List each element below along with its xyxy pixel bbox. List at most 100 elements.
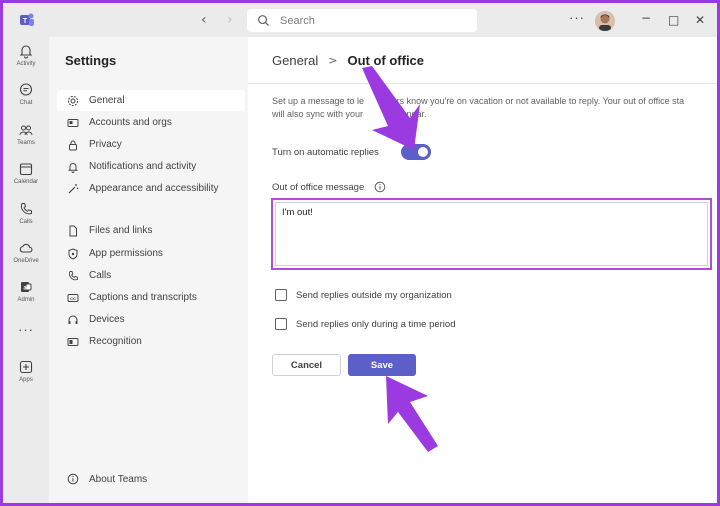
file-icon — [69, 225, 77, 236]
sidebar-item-notifications[interactable]: Notifications and activity — [57, 156, 245, 177]
accounts-icon — [67, 118, 79, 127]
rail-item-chat[interactable]: Chat — [3, 82, 49, 106]
gear-icon — [67, 95, 79, 106]
sidebar-item-general[interactable]: General — [57, 90, 245, 111]
send-outside-org-option[interactable]: Send replies outside my organization — [275, 289, 452, 301]
rail-item-admin[interactable]: a Admin — [3, 279, 49, 303]
sidebar-item-label: Privacy — [89, 139, 122, 150]
input-inner-border — [275, 202, 708, 266]
description-text: Set up a message to le others know you'r… — [272, 95, 712, 121]
description-line-2: will also sync with your k calendar. — [272, 109, 427, 119]
phone-icon — [69, 270, 78, 280]
search-bar[interactable]: Search — [247, 9, 477, 32]
headset-icon — [68, 315, 78, 324]
about-teams-link[interactable]: About Teams — [67, 473, 147, 485]
rail-item-teams[interactable]: Teams — [3, 122, 49, 146]
send-outside-org-label: Send replies outside my organization — [296, 289, 452, 301]
automatic-replies-toggle[interactable] — [401, 144, 431, 160]
send-time-period-label: Send replies only during a time period — [296, 318, 456, 330]
automatic-replies-label: Turn on automatic replies — [272, 147, 379, 158]
sidebar-item-calls[interactable]: Calls — [57, 265, 245, 286]
close-button[interactable]: ✕ — [695, 13, 705, 27]
search-placeholder: Search — [280, 14, 315, 27]
main-panel: General > Out of office Set up a message… — [248, 37, 717, 503]
rail-label: Chat — [19, 100, 33, 106]
send-time-period-checkbox[interactable] — [275, 318, 287, 330]
teams-logo-icon: T — [20, 13, 34, 26]
back-arrow-icon[interactable]: ‹ — [201, 12, 207, 28]
more-options-button[interactable]: ··· — [569, 10, 585, 25]
sidebar-item-label: Calls — [89, 270, 112, 281]
settings-sidebar: Settings General Accounts and orgs Priva… — [49, 37, 248, 503]
sidebar-item-label: General — [89, 95, 125, 106]
sidebar-item-label: Accounts and orgs — [89, 117, 172, 128]
sidebar-item-label: Recognition — [89, 336, 142, 347]
rail-item-calls[interactable]: Calls — [3, 201, 49, 225]
page-title: Out of office — [347, 53, 425, 68]
save-button[interactable]: Save — [348, 354, 416, 376]
message-label-row: Out of office message — [272, 181, 386, 193]
rail-item-activity[interactable]: Activity — [3, 43, 49, 67]
svg-text:CC: CC — [70, 296, 76, 301]
rail-more-button[interactable]: ··· — [3, 322, 49, 337]
shield-icon — [68, 247, 78, 260]
rail-label: Apps — [19, 377, 33, 383]
info-icon[interactable] — [374, 181, 386, 193]
sidebar-item-accounts[interactable]: Accounts and orgs — [57, 112, 245, 133]
rail-item-calendar[interactable]: Calendar — [3, 161, 49, 185]
title-bar: T ‹ › Search ··· − □ ✕ — [3, 3, 717, 37]
about-teams-label: About Teams — [89, 473, 148, 485]
rail-item-onedrive[interactable]: OneDrive — [3, 240, 49, 264]
captions-icon: CC — [67, 293, 79, 302]
admin-icon: a — [21, 282, 32, 292]
teams-icon — [19, 125, 33, 136]
message-label: Out of office message — [272, 181, 365, 193]
sidebar-item-recognition[interactable]: Recognition — [57, 331, 245, 352]
lock-icon — [69, 140, 77, 150]
sidebar-item-label: App permissions — [89, 248, 163, 259]
toggle-knob — [418, 147, 428, 157]
search-icon — [258, 15, 270, 27]
breadcrumb: General > Out of office — [272, 53, 424, 68]
rail-item-apps[interactable]: Apps — [3, 359, 49, 383]
rail-label: OneDrive — [13, 258, 39, 264]
bell-icon — [67, 162, 79, 173]
sidebar-item-devices[interactable]: Devices — [57, 309, 245, 330]
rail-label: Activity — [16, 61, 36, 67]
sidebar-item-label: Notifications and activity — [89, 161, 197, 172]
send-outside-org-checkbox[interactable] — [275, 289, 287, 301]
rail-label: Calendar — [13, 179, 39, 185]
rail-label: Admin — [17, 297, 35, 303]
send-time-period-option[interactable]: Send replies only during a time period — [275, 318, 455, 330]
sidebar-item-privacy[interactable]: Privacy — [57, 134, 245, 155]
app-rail: Activity Chat Teams Calendar Calls OneDr… — [3, 37, 49, 503]
cancel-button[interactable]: Cancel — [272, 354, 341, 376]
minimize-button[interactable]: − — [641, 11, 651, 25]
bell-icon — [19, 45, 33, 59]
breadcrumb-general-link[interactable]: General — [272, 53, 318, 68]
sidebar-title: Settings — [65, 53, 117, 68]
sidebar-item-label: Files and links — [89, 225, 153, 236]
recognition-icon — [67, 337, 79, 346]
sidebar-item-files[interactable]: Files and links — [57, 220, 245, 241]
sidebar-item-label: Devices — [89, 314, 125, 325]
info-icon — [67, 473, 79, 485]
sidebar-item-app-permissions[interactable]: App permissions — [57, 243, 245, 264]
apps-icon — [19, 360, 33, 374]
header-divider — [248, 83, 717, 84]
sidebar-item-appearance[interactable]: Appearance and accessibility — [57, 178, 245, 199]
chat-icon — [19, 83, 33, 96]
forward-arrow-icon[interactable]: › — [227, 12, 233, 28]
magic-wand-icon — [68, 183, 79, 193]
avatar[interactable] — [595, 11, 615, 31]
calendar-icon — [19, 163, 33, 176]
phone-icon — [20, 203, 32, 215]
sidebar-item-label: Appearance and accessibility — [89, 183, 219, 194]
maximize-button[interactable]: □ — [668, 13, 679, 27]
cloud-icon — [19, 243, 33, 253]
sidebar-item-captions[interactable]: CC Captions and transcripts — [57, 287, 245, 308]
message-value: I'm out! — [282, 207, 313, 218]
user-avatar-icon — [595, 11, 615, 31]
out-of-office-message-input[interactable]: I'm out! — [271, 198, 712, 270]
sidebar-item-label: Captions and transcripts — [89, 292, 197, 303]
